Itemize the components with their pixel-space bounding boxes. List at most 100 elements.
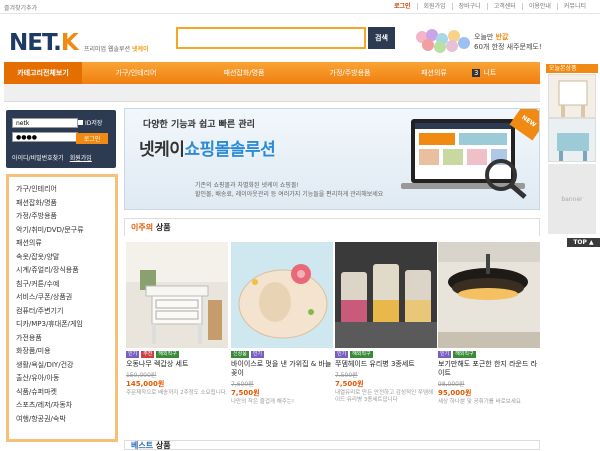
product-note: 나만의 작은 즐겁게 해주는! bbox=[231, 399, 295, 405]
search-input[interactable] bbox=[176, 27, 366, 49]
product-price: 7,500원 bbox=[335, 380, 364, 388]
product-note: 세상 하나뿐 및 공휘기를 바로보세요 bbox=[438, 399, 521, 405]
badge-popular: 인기 bbox=[335, 351, 349, 358]
product-image[interactable] bbox=[438, 242, 540, 348]
category-item[interactable]: 가정/주방용품 bbox=[16, 210, 115, 224]
category-item[interactable]: 가전용품 bbox=[16, 332, 115, 346]
slogan: 프리미엄 웹솔루션 넷케이 bbox=[84, 46, 149, 53]
login-links: 아이디/비밀번호찾기 회원가입 bbox=[12, 153, 92, 162]
category-item[interactable]: 속옷/잡옷/양말 bbox=[16, 251, 115, 265]
gnb-item-kitchen[interactable]: 가정/주방용품 bbox=[298, 62, 402, 84]
sub-category-bar bbox=[4, 84, 540, 102]
category-item[interactable]: 여행/항공권/숙박 bbox=[16, 413, 115, 427]
product-card[interactable]: 인기 추천 해외직구 오동나무 렉갑상 세트 150,000원 145,000원… bbox=[126, 242, 228, 397]
gnb-item-furniture[interactable]: 가구/인테리어 bbox=[82, 62, 190, 84]
product-original-price: 98,000원 bbox=[438, 381, 465, 388]
gnb-item-knit[interactable]: 3 니트 bbox=[466, 62, 516, 84]
hero-subtitle: 다양한 기능과 쉽고 빠른 관리 bbox=[143, 120, 255, 130]
product-price: 95,000원 bbox=[438, 389, 472, 397]
category-list-box: 가구/인테리어 패션잡화/명품 가정/주방용품 악기/취미/DVD/문구류 패션의류 속옷… bbox=[6, 174, 118, 442]
recently-viewed-title: 오늘본상품 bbox=[546, 64, 598, 73]
customer-center-link[interactable]: 고객센터 bbox=[486, 3, 522, 10]
category-item[interactable]: 악기/취미/DVD/문구류 bbox=[16, 224, 115, 238]
login-link[interactable]: 로그인 bbox=[388, 3, 417, 10]
scroll-top-button[interactable]: TOP ▲ bbox=[567, 238, 600, 247]
category-item[interactable]: 시계/쥬얼리/장식용품 bbox=[16, 264, 115, 278]
product-note: 주문제작으로 배송까지 2주정도 소요됩니다. bbox=[126, 390, 228, 396]
search-button[interactable]: 검색 bbox=[368, 27, 395, 49]
product-badges: 인기 해외직구 bbox=[335, 351, 437, 358]
cart-link[interactable]: 장바구니 bbox=[451, 3, 487, 10]
category-item[interactable]: 패션의류 bbox=[16, 237, 115, 251]
category-item[interactable]: 출산/유아/아동 bbox=[16, 372, 115, 386]
find-account-link[interactable]: 아이디/비밀번호찾기 bbox=[12, 153, 64, 162]
side-banner[interactable]: banner bbox=[548, 164, 596, 234]
top-utility-bar: 즐겨찾기추가 로그인 회원가입 장바구니 고객센터 이용안내 커뮤니티 bbox=[0, 0, 600, 14]
weekly-products-title: 이주의 상품 bbox=[124, 218, 540, 236]
product-name[interactable]: 바이이스로 멋을 낸 가위집 & 바늘꽂이 bbox=[231, 360, 333, 378]
product-image[interactable] bbox=[335, 242, 437, 348]
hero-title: 넷케이쇼핑몰솔루션 bbox=[139, 140, 276, 160]
join-link[interactable]: 회원가입 bbox=[416, 3, 452, 10]
badge-overseas: 해외직구 bbox=[453, 351, 476, 358]
gnb-item-fashion-goods[interactable]: 패션잡화/명품 bbox=[190, 62, 298, 84]
guide-link[interactable]: 이용안내 bbox=[521, 3, 557, 10]
product-image[interactable] bbox=[126, 242, 228, 348]
product-card[interactable]: 인기 해외직구 보기만해도 포근한 한지 라운드 라이트 98,000원 95,… bbox=[438, 242, 540, 406]
laptop-illustration bbox=[401, 119, 527, 199]
arrow-up-icon: ▲ bbox=[589, 239, 594, 246]
hero-description: 기존의 쇼핑몰과 차별화된 넷케이 쇼핑몰! 할인몰, 배송료, 레이아웃관리 등… bbox=[195, 182, 384, 198]
product-name[interactable]: 쭈뎀헤이드 유리병 3종세트 bbox=[335, 360, 437, 369]
hero-banner[interactable]: 다양한 기능과 쉽고 빠른 관리 넷케이쇼핑몰솔루션 기존의 쇼핑몰과 차별화된… bbox=[124, 108, 540, 210]
product-badges: 인기 추천 해외직구 bbox=[126, 351, 228, 358]
badge-recommend: 추천 bbox=[141, 351, 155, 358]
product-badges: 인기 해외직구 bbox=[438, 351, 540, 358]
category-item[interactable]: 가구/인테리어 bbox=[16, 183, 115, 197]
category-item[interactable]: 침구/커튼/수예 bbox=[16, 278, 115, 292]
product-original-price: 7,500원 bbox=[335, 372, 358, 379]
category-item[interactable]: 디카/MP3/휴대폰/게임 bbox=[16, 318, 115, 332]
badge-popular: 인기 bbox=[250, 351, 265, 358]
badge-popular: 인기 bbox=[438, 351, 452, 358]
category-item[interactable]: 패션잡화/명품 bbox=[16, 197, 115, 211]
recent-item-thumbnail[interactable] bbox=[548, 74, 596, 118]
best-products-title: 베스트 상품 bbox=[124, 440, 540, 450]
top-nav: 로그인 회원가입 장바구니 고객센터 이용안내 커뮤니티 bbox=[388, 3, 592, 10]
gnb-item-fashion[interactable]: 패션의류 bbox=[402, 62, 466, 84]
product-original-price: 150,000원 bbox=[126, 372, 157, 379]
recent-item-thumbnail[interactable] bbox=[548, 118, 596, 162]
category-item[interactable]: 생활/욕실/DIY/건강 bbox=[16, 359, 115, 373]
product-note: 내열유리로 만든 안전하고 감성적인 쭈뎀헤이드 유리병 3종세트입니다 bbox=[335, 390, 434, 403]
product-name[interactable]: 보기만해도 포근한 한지 라운드 라이트 bbox=[438, 360, 540, 378]
product-name[interactable]: 오동나무 렉갑상 세트 bbox=[126, 360, 228, 369]
promo-text[interactable]: 오늘만 반값 60개 한정 새주문제도! bbox=[474, 32, 542, 52]
product-price: 7,500원 bbox=[231, 389, 260, 397]
badge-popular: 인기 bbox=[126, 351, 140, 358]
all-categories-button[interactable]: 카테고리전체보기 bbox=[4, 62, 82, 84]
main-category-nav: 카테고리전체보기 가구/인테리어 패션잡화/명품 가정/주방용품 패션의류 3니… bbox=[4, 62, 540, 84]
login-button[interactable]: 로그인 bbox=[76, 133, 108, 144]
site-logo[interactable]: NET.K bbox=[9, 30, 79, 56]
product-badges: 신상품 인기 bbox=[231, 351, 333, 358]
promo-macaron-image[interactable] bbox=[414, 27, 474, 53]
category-item[interactable]: 식품/슈퍼마켓 bbox=[16, 386, 115, 400]
category-item[interactable]: 서비스/쿠폰/상품권 bbox=[16, 291, 115, 305]
id-save-checkbox[interactable]: ID저장 bbox=[78, 118, 102, 127]
badge-new: 신상품 bbox=[231, 351, 249, 358]
category-item[interactable]: 화장품/미용 bbox=[16, 345, 115, 359]
badge-overseas: 해외직구 bbox=[350, 351, 373, 358]
user-id-input[interactable] bbox=[12, 118, 78, 128]
password-input[interactable] bbox=[12, 132, 78, 142]
join-link-small[interactable]: 회원가입 bbox=[70, 153, 92, 162]
checkbox-icon bbox=[78, 120, 83, 125]
product-card[interactable]: 인기 해외직구 쭈뎀헤이드 유리병 3종세트 7,500원 7,500원 내열유… bbox=[335, 242, 437, 404]
product-card[interactable]: 신상품 인기 바이이스로 멋을 낸 가위집 & 바늘꽂이 7,600원 7,50… bbox=[231, 242, 333, 406]
category-list: 가구/인테리어 패션잡화/명품 가정/주방용품 악기/취미/DVD/문구류 패션의류 속옷… bbox=[9, 177, 115, 426]
category-item[interactable]: 스포츠/레저/자동차 bbox=[16, 399, 115, 413]
community-link[interactable]: 커뮤니티 bbox=[556, 3, 592, 10]
category-item[interactable]: 컴퓨터/주변기기 bbox=[16, 305, 115, 319]
product-image[interactable] bbox=[231, 242, 333, 348]
add-favorite-link[interactable]: 즐겨찾기추가 bbox=[4, 3, 37, 12]
product-original-price: 7,600원 bbox=[231, 381, 254, 388]
product-price: 145,000원 bbox=[126, 380, 165, 388]
